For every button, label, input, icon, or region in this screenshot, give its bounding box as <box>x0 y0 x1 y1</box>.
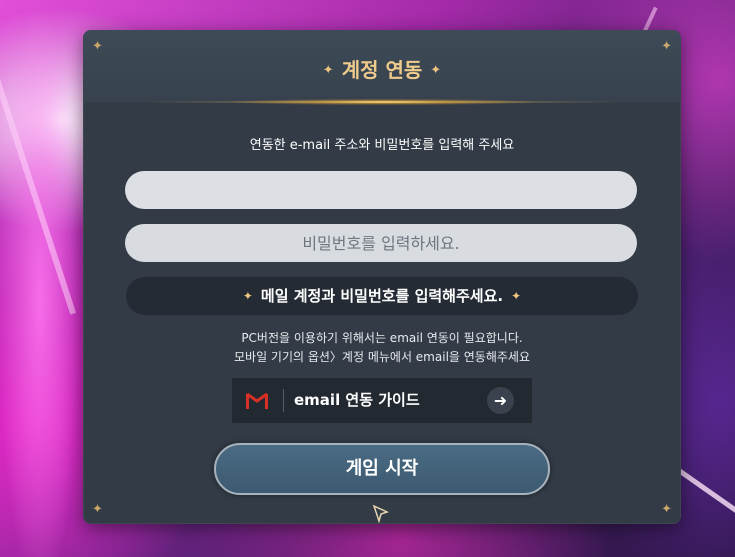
email-input[interactable] <box>125 171 637 209</box>
corner-ornament-icon: ✦ <box>92 39 103 54</box>
password-input[interactable] <box>125 224 637 262</box>
cursor-icon <box>372 504 390 524</box>
corner-ornament-icon: ✦ <box>661 39 672 54</box>
notice-line: PC버전을 이용하기 위해서는 email 연동이 필요합니다. <box>241 331 523 345</box>
gmail-icon <box>246 392 268 409</box>
validation-message-text: 메일 계정과 비밀번호를 입력해주세요. <box>260 287 504 305</box>
pc-notice: PC버전을 이용하기 위해서는 email 연동이 필요합니다. 모바일 기기의… <box>83 329 681 367</box>
guide-separator <box>283 389 284 412</box>
dialog-title-row: ✦ 계정 연동 ✦ <box>83 54 681 83</box>
title-sparkle-icon: ✦ <box>322 63 334 78</box>
background-streak <box>0 65 77 315</box>
notice-line: 모바일 기기의 옵션〉계정 메뉴에서 email을 연동해주세요 <box>233 350 530 364</box>
corner-ornament-icon: ✦ <box>92 502 103 517</box>
instruction-text: 연동한 e-mail 주소와 비밀번호를 입력해 주세요 <box>249 138 515 153</box>
dialog-title: 계정 연동 <box>341 58 423 82</box>
email-guide-button[interactable]: email 연동 가이드 ➜ <box>232 378 532 423</box>
corner-ornament-icon: ✦ <box>661 502 672 517</box>
sparkle-icon: ✦ <box>242 289 253 303</box>
validation-message: ✦ 메일 계정과 비밀번호를 입력해주세요. ✦ <box>126 277 638 315</box>
email-guide-label: email 연동 가이드 <box>294 391 420 409</box>
header-glow <box>233 99 533 105</box>
arrow-right-icon: ➜ <box>487 387 514 414</box>
start-game-button[interactable]: 게임 시작 <box>214 443 550 495</box>
account-link-dialog: ✦ ✦ ✦ ✦ ✦ 계정 연동 ✦ 연동한 e-mail 주소와 비밀번호를 입력해… <box>83 30 681 524</box>
title-sparkle-icon: ✦ <box>430 63 442 78</box>
sparkle-icon: ✦ <box>511 289 522 303</box>
